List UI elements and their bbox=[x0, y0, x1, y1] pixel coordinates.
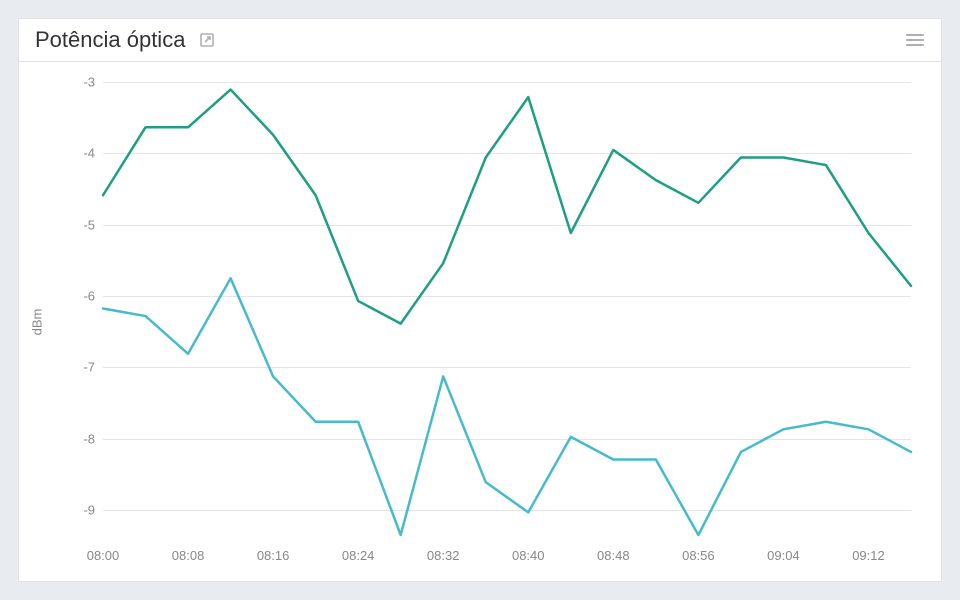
chart-container: dBm -3 -4 -5 -6 -7 -8 -9 08:00 08:08 08:16 08:24 08… bbox=[19, 62, 941, 581]
x-tick-label: 09:04 bbox=[767, 548, 800, 563]
hamburger-menu-icon[interactable] bbox=[905, 30, 925, 50]
y-tick-label: -5 bbox=[65, 217, 95, 232]
y-tick-label: -7 bbox=[65, 360, 95, 375]
y-tick-label: -8 bbox=[65, 431, 95, 446]
panel-title: Potência óptica bbox=[35, 27, 185, 53]
x-tick-label: 08:56 bbox=[682, 548, 715, 563]
y-tick-label: -3 bbox=[65, 75, 95, 90]
y-tick-label: -9 bbox=[65, 503, 95, 518]
x-tick-label: 09:12 bbox=[852, 548, 885, 563]
x-tick-label: 08:08 bbox=[172, 548, 205, 563]
x-tick-label: 08:00 bbox=[87, 548, 120, 563]
line-series bbox=[103, 82, 911, 535]
plot-area bbox=[103, 82, 911, 535]
x-tick-label: 08:16 bbox=[257, 548, 290, 563]
x-tick-label: 08:48 bbox=[597, 548, 630, 563]
popout-icon[interactable] bbox=[199, 32, 215, 48]
y-tick-label: -4 bbox=[65, 146, 95, 161]
y-tick-label: -6 bbox=[65, 289, 95, 304]
x-tick-label: 08:24 bbox=[342, 548, 375, 563]
series-line-series-b bbox=[103, 278, 911, 535]
x-tick-label: 08:40 bbox=[512, 548, 545, 563]
x-tick-label: 08:32 bbox=[427, 548, 460, 563]
y-axis-label: dBm bbox=[30, 308, 45, 335]
panel-header: Potência óptica bbox=[19, 19, 941, 62]
chart-panel: Potência óptica dBm -3 -4 -5 -6 -7 -8 -9 08:00 0… bbox=[18, 18, 942, 582]
